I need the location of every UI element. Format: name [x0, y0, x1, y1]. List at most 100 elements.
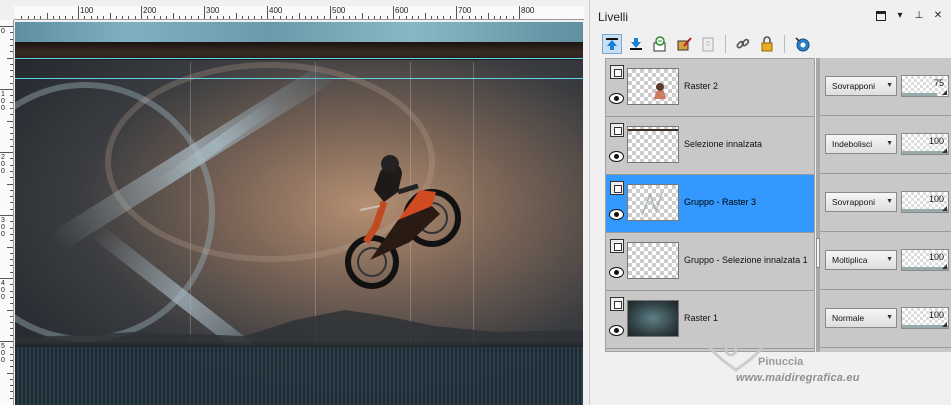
resize-corner-icon: [942, 322, 947, 327]
ruler-minor-tick: [115, 16, 117, 19]
ruler-tick: [267, 6, 268, 19]
move-layer-up-icon[interactable]: [602, 34, 622, 54]
ruler-minor-tick: [10, 164, 13, 166]
ruler-label: 700: [458, 6, 472, 15]
ruler-minor-tick: [10, 315, 13, 317]
pin-icon[interactable]: ⊥: [914, 11, 924, 21]
blend-mode-select[interactable]: Sovrapponi ▼: [825, 76, 897, 96]
ruler-minor-tick: [10, 227, 13, 229]
layer-row[interactable]: Selezione innalzata: [606, 117, 814, 175]
opacity-value: 100: [928, 136, 944, 146]
opacity-field[interactable]: 100: [901, 249, 949, 271]
layer-thumbnail: [627, 126, 679, 163]
link-icon[interactable]: [733, 34, 753, 54]
ruler-minor-tick: [10, 95, 13, 97]
heart-logo-icon: [706, 328, 766, 372]
visibility-eye-icon[interactable]: [609, 93, 624, 104]
layer-row-selected[interactable]: Gruppo - Raster 3: [606, 175, 814, 233]
layer-thumbnail: [627, 242, 679, 279]
visibility-eye-icon[interactable]: [609, 267, 624, 278]
ruler-label: 200: [1, 154, 5, 175]
blend-mode-value: Normale: [832, 313, 865, 323]
layer-thumbnail: [627, 300, 679, 337]
blend-mode-select[interactable]: Moltiplica ▼: [825, 250, 897, 270]
ruler-minor-tick: [10, 170, 13, 172]
ruler-minor-tick: [411, 16, 413, 19]
ruler-minor-tick: [418, 16, 420, 19]
layer-row[interactable]: Raster 2: [606, 59, 814, 117]
chevron-down-icon: ▼: [886, 198, 893, 205]
visibility-eye-icon[interactable]: [609, 209, 624, 220]
layer-type-icon[interactable]: [610, 123, 624, 137]
layer-type-icon[interactable]: [610, 239, 624, 253]
ruler-minor-tick: [380, 16, 382, 19]
chevron-down-icon: ▼: [886, 256, 893, 263]
layer-name[interactable]: Gruppo - Selezione innalzata 1: [684, 255, 808, 265]
ruler-minor-tick: [10, 70, 13, 72]
layer-type-icon[interactable]: [610, 65, 624, 79]
layer-list[interactable]: Raster 2 Selezione innalzata Gruppo - Ra…: [605, 58, 815, 352]
ruler-minor-tick: [65, 16, 67, 19]
opacity-field[interactable]: 100: [901, 307, 949, 329]
ruler-minor-tick: [10, 114, 13, 116]
close-icon[interactable]: ✕: [933, 11, 943, 21]
visibility-eye-icon[interactable]: [609, 151, 624, 162]
ruler-minor-tick: [10, 233, 13, 235]
delete-layer-icon[interactable]: [698, 34, 718, 54]
ruler-minor-tick: [487, 13, 489, 19]
ruler-minor-tick: [10, 303, 13, 305]
layer-name[interactable]: Selezione innalzata: [684, 139, 762, 149]
ruler-minor-tick: [500, 16, 502, 19]
layer-type-icon[interactable]: [610, 181, 624, 195]
layer-name[interactable]: Gruppo - Raster 3: [684, 197, 756, 207]
watermark-url: www.maidiregrafica.eu: [736, 372, 860, 384]
ruler-minor-tick: [46, 13, 48, 19]
ruler-minor-tick: [33, 16, 35, 19]
ruler-tick: [0, 215, 13, 216]
blend-mode-select[interactable]: Indebolisci ▼: [825, 134, 897, 154]
blend-mode-select[interactable]: Sovrapponi ▼: [825, 192, 897, 212]
mask-icon[interactable]: [792, 34, 812, 54]
ruler-minor-tick: [443, 16, 445, 19]
visibility-eye-icon[interactable]: [609, 325, 624, 336]
chevron-down-icon: ▼: [886, 82, 893, 89]
opacity-field[interactable]: 100: [901, 133, 949, 155]
ruler-tick: [141, 6, 142, 19]
layer-row[interactable]: Gruppo - Selezione innalzata 1: [606, 233, 814, 291]
move-layer-down-icon[interactable]: [626, 34, 646, 54]
ruler-minor-tick: [241, 16, 243, 19]
ruler-label: 200: [143, 6, 157, 15]
ruler-minor-tick: [10, 76, 13, 78]
ruler-minor-tick: [10, 202, 13, 204]
ruler-minor-tick: [10, 359, 13, 361]
ruler-minor-tick: [10, 271, 13, 273]
opacity-field[interactable]: 100: [901, 191, 949, 213]
panel-menu-icon[interactable]: ▾: [895, 11, 905, 21]
ruler-minor-tick: [10, 221, 13, 223]
edit-selection-icon[interactable]: [674, 34, 694, 54]
ruler-label: 500: [1, 343, 5, 364]
ruler-minor-tick: [10, 252, 13, 254]
ruler-minor-tick: [10, 38, 13, 40]
lock-icon[interactable]: [757, 34, 777, 54]
opacity-field[interactable]: 75: [901, 75, 949, 97]
layer-type-icon[interactable]: [610, 297, 624, 311]
image-canvas[interactable]: [15, 22, 583, 405]
resize-corner-icon: [942, 148, 947, 153]
ruler-minor-tick: [147, 16, 149, 19]
blend-mode-value: Moltiplica: [832, 255, 868, 265]
layer-name[interactable]: Raster 2: [684, 81, 718, 91]
layer-name[interactable]: Raster 1: [684, 313, 718, 323]
ruler-minor-tick: [468, 16, 470, 19]
guide-line-top[interactable]: [15, 58, 583, 59]
maximize-icon[interactable]: [876, 11, 886, 21]
canvas-area[interactable]: 100 200 300 400 500 600 700 800 0 100 200 300 400 50…: [0, 0, 588, 405]
blend-mode-select[interactable]: Normale ▼: [825, 308, 897, 328]
ruler-minor-tick: [285, 16, 287, 19]
motocross-rider-graphic: [345, 155, 461, 289]
ruler-minor-tick: [279, 16, 281, 19]
ruler-label: 400: [269, 6, 283, 15]
ruler-minor-tick: [10, 177, 13, 179]
toolbar-separator: [725, 35, 726, 53]
layer-properties-icon[interactable]: [650, 34, 670, 54]
